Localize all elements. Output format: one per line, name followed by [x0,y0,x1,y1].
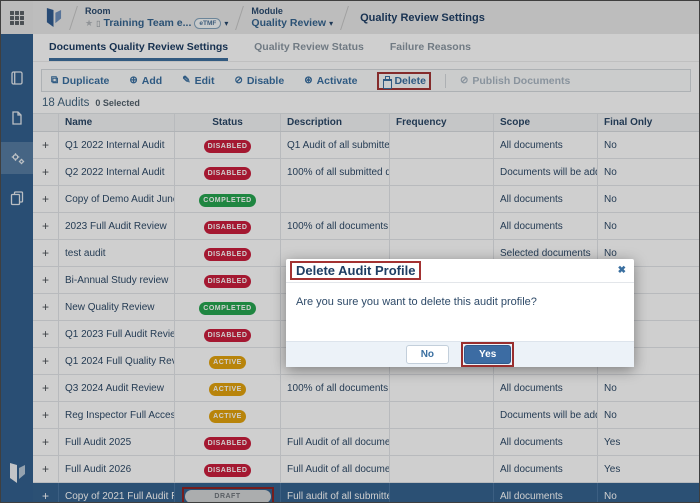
yes-button-annotation: Yes [461,342,514,367]
no-button[interactable]: No [406,345,449,364]
modal-overlay [1,1,699,502]
dialog-footer: No Yes [286,341,634,367]
dialog-close-button[interactable]: ✖ [618,265,626,276]
dialog-header: Delete Audit Profile ✖ [286,259,634,283]
delete-audit-profile-dialog: Delete Audit Profile ✖ Are you sure you … [286,259,634,367]
dialog-message: Are you sure you want to delete this aud… [286,283,634,341]
dialog-title-annotation: Delete Audit Profile [290,261,421,280]
yes-button[interactable]: Yes [464,345,511,364]
dialog-title: Delete Audit Profile [296,263,415,278]
app-window: Room ★ ▯ Training Team e... eTMF ▾ Modul… [0,0,700,503]
